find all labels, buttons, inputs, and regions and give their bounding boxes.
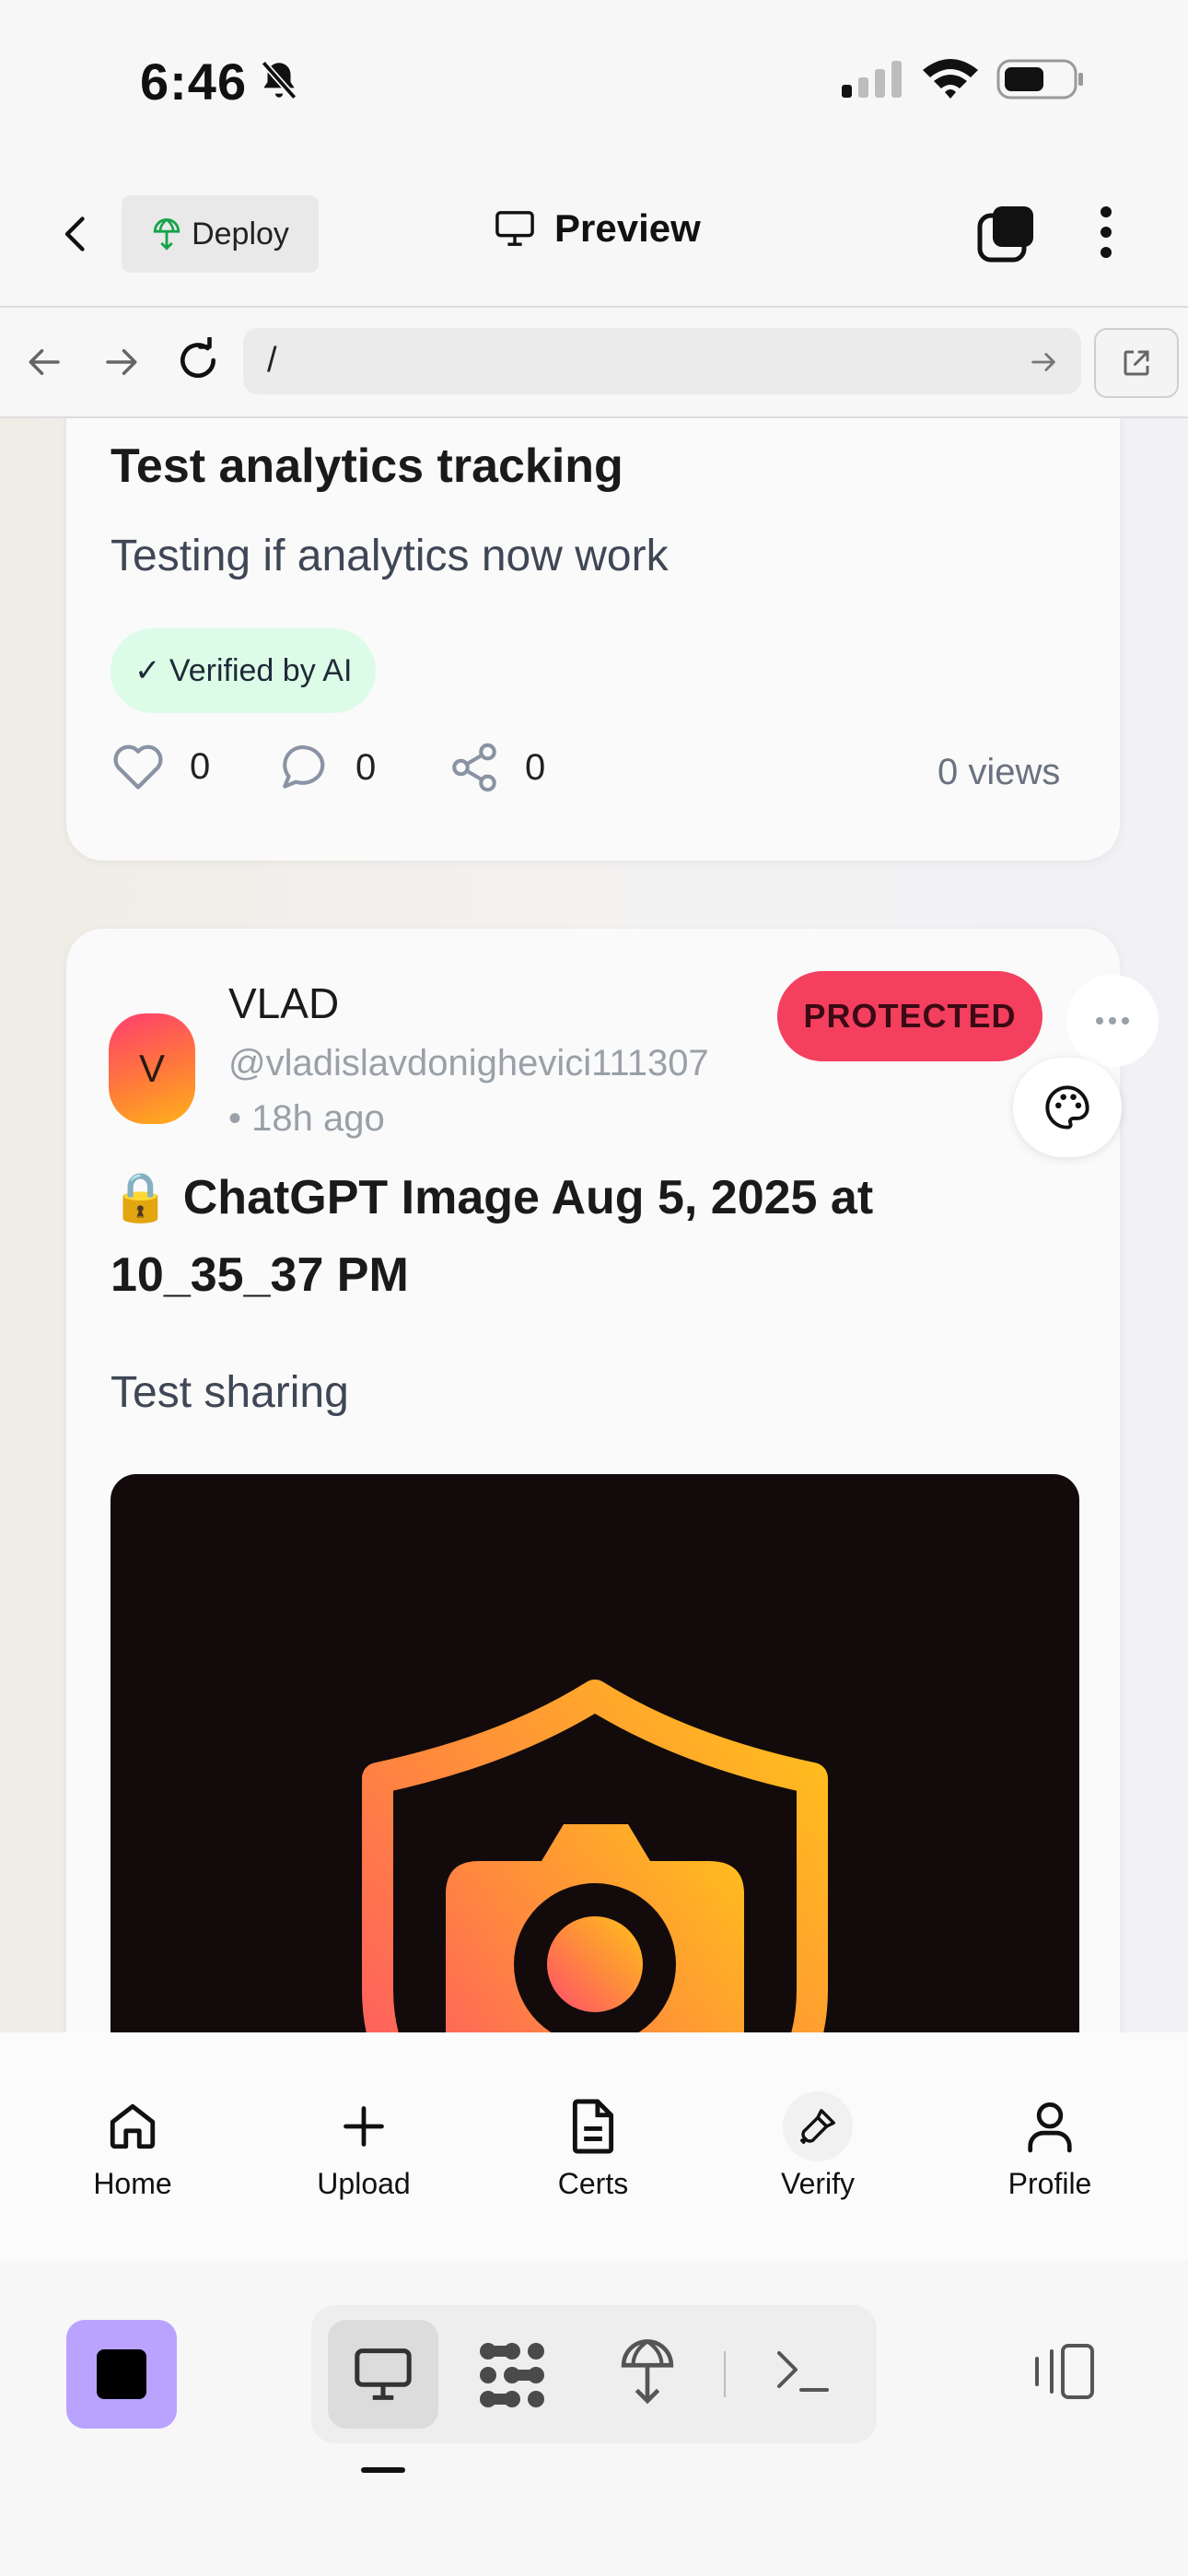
page-title: Preview <box>554 206 701 250</box>
nav-upload-label: Upload <box>317 2167 411 2200</box>
document-icon <box>572 2099 614 2154</box>
post-title-text: ChatGPT Image Aug 5, 2025 at 10_35_37 PM <box>111 1171 874 1302</box>
monitor-icon <box>495 211 534 246</box>
heart-icon <box>113 744 163 790</box>
go-arrow-icon[interactable] <box>1028 346 1059 378</box>
post-timestamp: • 18h ago <box>228 1098 385 1139</box>
deploy-globe-icon <box>153 218 181 251</box>
url-text: / <box>267 341 277 380</box>
comment-count: 0 <box>355 746 377 788</box>
views-count: 0 views <box>938 752 1061 792</box>
deploy-label: Deploy <box>192 216 289 252</box>
verify-icon-container <box>783 2091 853 2161</box>
monitor-icon <box>355 2348 412 2400</box>
desktop-preview-button[interactable] <box>328 2320 438 2429</box>
post-description: Test sharing <box>111 1368 349 1417</box>
external-link-icon <box>1124 350 1149 376</box>
verified-badge: ✓ Verified by AI <box>111 628 377 713</box>
back-chevron-icon[interactable] <box>57 214 98 254</box>
author-name[interactable]: VLAD <box>228 978 339 1028</box>
author-handle: @vladislavdonighevici111307 <box>228 1043 709 1083</box>
stop-icon <box>97 2349 146 2399</box>
url-input[interactable] <box>243 328 1081 394</box>
toolbar-divider <box>724 2351 726 2397</box>
post-image[interactable] <box>111 1474 1079 2032</box>
post-feed[interactable]: Test analytics tracking Testing if analy… <box>0 418 1188 2032</box>
nav-home[interactable]: Home <box>31 2032 234 2261</box>
tabs-icon[interactable] <box>976 205 1037 263</box>
more-vertical-icon[interactable] <box>1094 205 1118 260</box>
apps-grid-icon[interactable] <box>477 2342 547 2408</box>
bell-off-icon <box>261 60 297 100</box>
brush-icon <box>800 2109 835 2144</box>
browser-forward-icon[interactable] <box>101 343 140 381</box>
stop-button[interactable] <box>66 2320 177 2429</box>
wifi-icon <box>923 59 978 99</box>
more-horizontal-icon <box>1096 1017 1129 1025</box>
nav-profile-label: Profile <box>1007 2167 1092 2200</box>
deploy-button[interactable]: Deploy <box>122 195 319 273</box>
nav-certs-label: Certs <box>557 2167 629 2200</box>
cellular-signal-icon <box>842 61 902 98</box>
terminal-icon[interactable] <box>774 2346 833 2397</box>
open-external-button[interactable] <box>1094 328 1179 398</box>
theme-palette-button[interactable] <box>1013 1058 1122 1157</box>
battery-icon <box>996 59 1083 100</box>
post-options-button[interactable] <box>1066 975 1159 1067</box>
nav-certs[interactable]: Certs <box>492 2032 694 2261</box>
like-count: 0 <box>190 745 211 787</box>
home-icon <box>110 2103 156 2149</box>
shield-camera-icon <box>362 1680 828 2032</box>
nav-upload[interactable]: Upload <box>262 2032 465 2261</box>
active-mode-indicator <box>361 2467 405 2473</box>
split-view-icon[interactable] <box>1030 2342 1096 2401</box>
like-button[interactable]: 0 <box>111 741 210 792</box>
lock-icon: 🔒 <box>111 1171 170 1224</box>
status-time: 6:46 <box>140 53 248 111</box>
share-count: 0 <box>525 746 546 788</box>
plus-icon <box>344 2106 384 2147</box>
post-description: Testing if analytics now work <box>111 532 669 580</box>
user-icon <box>1028 2102 1072 2153</box>
protected-status-badge: PROTECTED <box>777 971 1042 1061</box>
avatar[interactable]: V <box>109 1013 195 1124</box>
preview-title: Preview <box>494 206 701 251</box>
deploy-globe-icon[interactable] <box>619 2338 676 2406</box>
reload-icon[interactable] <box>175 337 221 383</box>
comment-button[interactable]: 0 <box>278 741 376 794</box>
bottom-navigation: Home Upload Certs Verify Profile <box>0 2032 1188 2261</box>
post-card[interactable]: V VLAD @vladislavdonighevici111307 • 18h… <box>66 929 1159 2032</box>
nav-verify[interactable]: Verify <box>716 2032 919 2261</box>
comment-icon <box>283 745 325 789</box>
post-card[interactable]: Test analytics tracking Testing if analy… <box>66 418 1120 861</box>
palette-icon <box>1045 1085 1089 1130</box>
post-title[interactable]: 🔒 ChatGPT Image Aug 5, 2025 at 10_35_37 P… <box>111 1159 1031 1314</box>
nav-profile[interactable]: Profile <box>949 2032 1151 2261</box>
avatar-letter: V <box>138 1047 165 1090</box>
share-icon <box>452 743 496 792</box>
nav-verify-label: Verify <box>780 2167 856 2200</box>
post-title[interactable]: Test analytics tracking <box>111 427 623 505</box>
nav-home-label: Home <box>93 2167 172 2200</box>
browser-back-icon[interactable] <box>26 343 64 381</box>
share-button[interactable]: 0 <box>448 741 545 794</box>
